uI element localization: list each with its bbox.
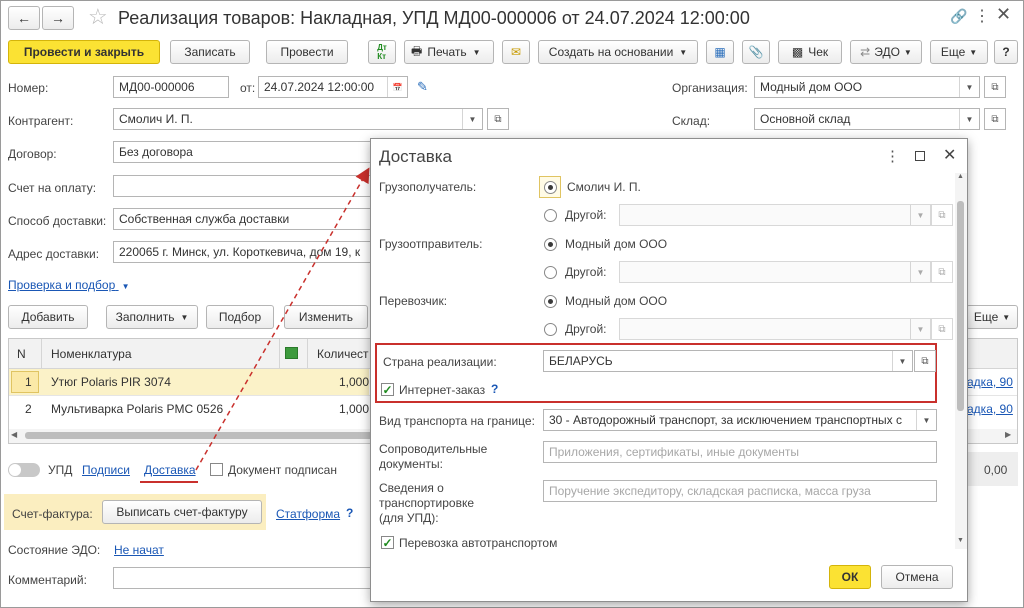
dialog-scrollbar[interactable]: ▲ ▼: [955, 173, 967, 549]
consignee-other-field[interactable]: ▼: [619, 204, 931, 226]
dialog-title: Доставка: [379, 147, 453, 166]
delivery-dialog: Доставка ⋮ ✕ ▲ ▼ Грузополучатель: Смолич…: [370, 138, 968, 602]
open-icon: ⧉: [938, 209, 946, 221]
shipper-radio-org[interactable]: [544, 238, 557, 251]
scroll-down-icon[interactable]: ▼: [957, 537, 964, 544]
auto-transport-checkbox[interactable]: ✓: [381, 536, 394, 549]
transport-info-label-line1: Сведения о: [379, 481, 444, 495]
shipper-radio-other[interactable]: [544, 266, 557, 279]
more-vert-icon[interactable]: ⋮: [885, 147, 900, 165]
shipper-other-label: Другой:: [565, 265, 607, 279]
consignee-label: Грузополучатель:: [379, 180, 477, 194]
open-icon: ⧉: [938, 323, 946, 335]
chevron-down-icon[interactable]: ▼: [916, 410, 936, 430]
transport-value: 30 - Автодорожный транспорт, за исключен…: [549, 413, 902, 427]
transport-field[interactable]: 30 - Автодорожный транспорт, за исключен…: [543, 409, 937, 431]
transport-info-field[interactable]: Поручение экспедитору, складская расписк…: [543, 480, 937, 502]
open-carrier-button[interactable]: ⧉: [931, 318, 953, 340]
close-icon[interactable]: ✕: [943, 145, 956, 165]
transport-label: Вид транспорта на границе:: [379, 414, 535, 428]
country-label: Страна реализации:: [383, 355, 497, 369]
open-consignee-button[interactable]: ⧉: [931, 204, 953, 226]
chevron-down-icon[interactable]: ▼: [910, 205, 930, 225]
carrier-other-label: Другой:: [565, 322, 607, 336]
accompanying-docs-field[interactable]: Приложения, сертификаты, иные документы: [543, 441, 937, 463]
carrier-other-field[interactable]: ▼: [619, 318, 931, 340]
consignee-radio-other[interactable]: [544, 209, 557, 222]
transport-info-label-line2: транспортировке: [379, 496, 475, 510]
shipper-label: Грузоотправитель:: [379, 237, 483, 251]
country-field[interactable]: БЕЛАРУСЬ ▼: [543, 350, 913, 372]
chevron-down-icon[interactable]: ▼: [892, 351, 912, 371]
carrier-radio-other[interactable]: [544, 323, 557, 336]
accompanying-label-line1: Сопроводительные: [379, 442, 488, 456]
consignee-value: Смолич И. П.: [567, 180, 641, 194]
consignee-other-label: Другой:: [565, 208, 607, 222]
internet-order-label: Интернет-заказ: [399, 383, 486, 397]
carrier-value: Модный дом ООО: [565, 294, 668, 308]
accompanying-label-line2: документы:: [379, 457, 443, 471]
chevron-down-icon[interactable]: ▼: [910, 319, 930, 339]
carrier-radio-org[interactable]: [544, 295, 557, 308]
carrier-label: Перевозчик:: [379, 294, 448, 308]
open-icon: ⧉: [921, 355, 929, 367]
shipper-other-field[interactable]: ▼: [619, 261, 931, 283]
open-icon: ⧉: [938, 266, 946, 278]
cancel-button[interactable]: Отмена: [881, 565, 953, 589]
dialog-scrollbar-thumb[interactable]: [957, 201, 964, 411]
scroll-up-icon[interactable]: ▲: [957, 173, 964, 180]
country-value: БЕЛАРУСЬ: [549, 354, 613, 368]
chevron-down-icon[interactable]: ▼: [910, 262, 930, 282]
internet-order-checkbox[interactable]: ✓: [381, 383, 394, 396]
help-icon[interactable]: ?: [491, 382, 498, 396]
open-country-button[interactable]: ⧉: [914, 350, 936, 372]
ok-button[interactable]: ОК: [829, 565, 871, 589]
transport-info-label-line3: (для УПД):: [379, 511, 439, 525]
open-shipper-button[interactable]: ⧉: [931, 261, 953, 283]
auto-transport-label: Перевозка автотранспортом: [399, 536, 558, 550]
maximize-icon[interactable]: [915, 151, 925, 161]
shipper-value: Модный дом ООО: [565, 237, 668, 251]
consignee-radio-counterparty[interactable]: [544, 181, 557, 194]
